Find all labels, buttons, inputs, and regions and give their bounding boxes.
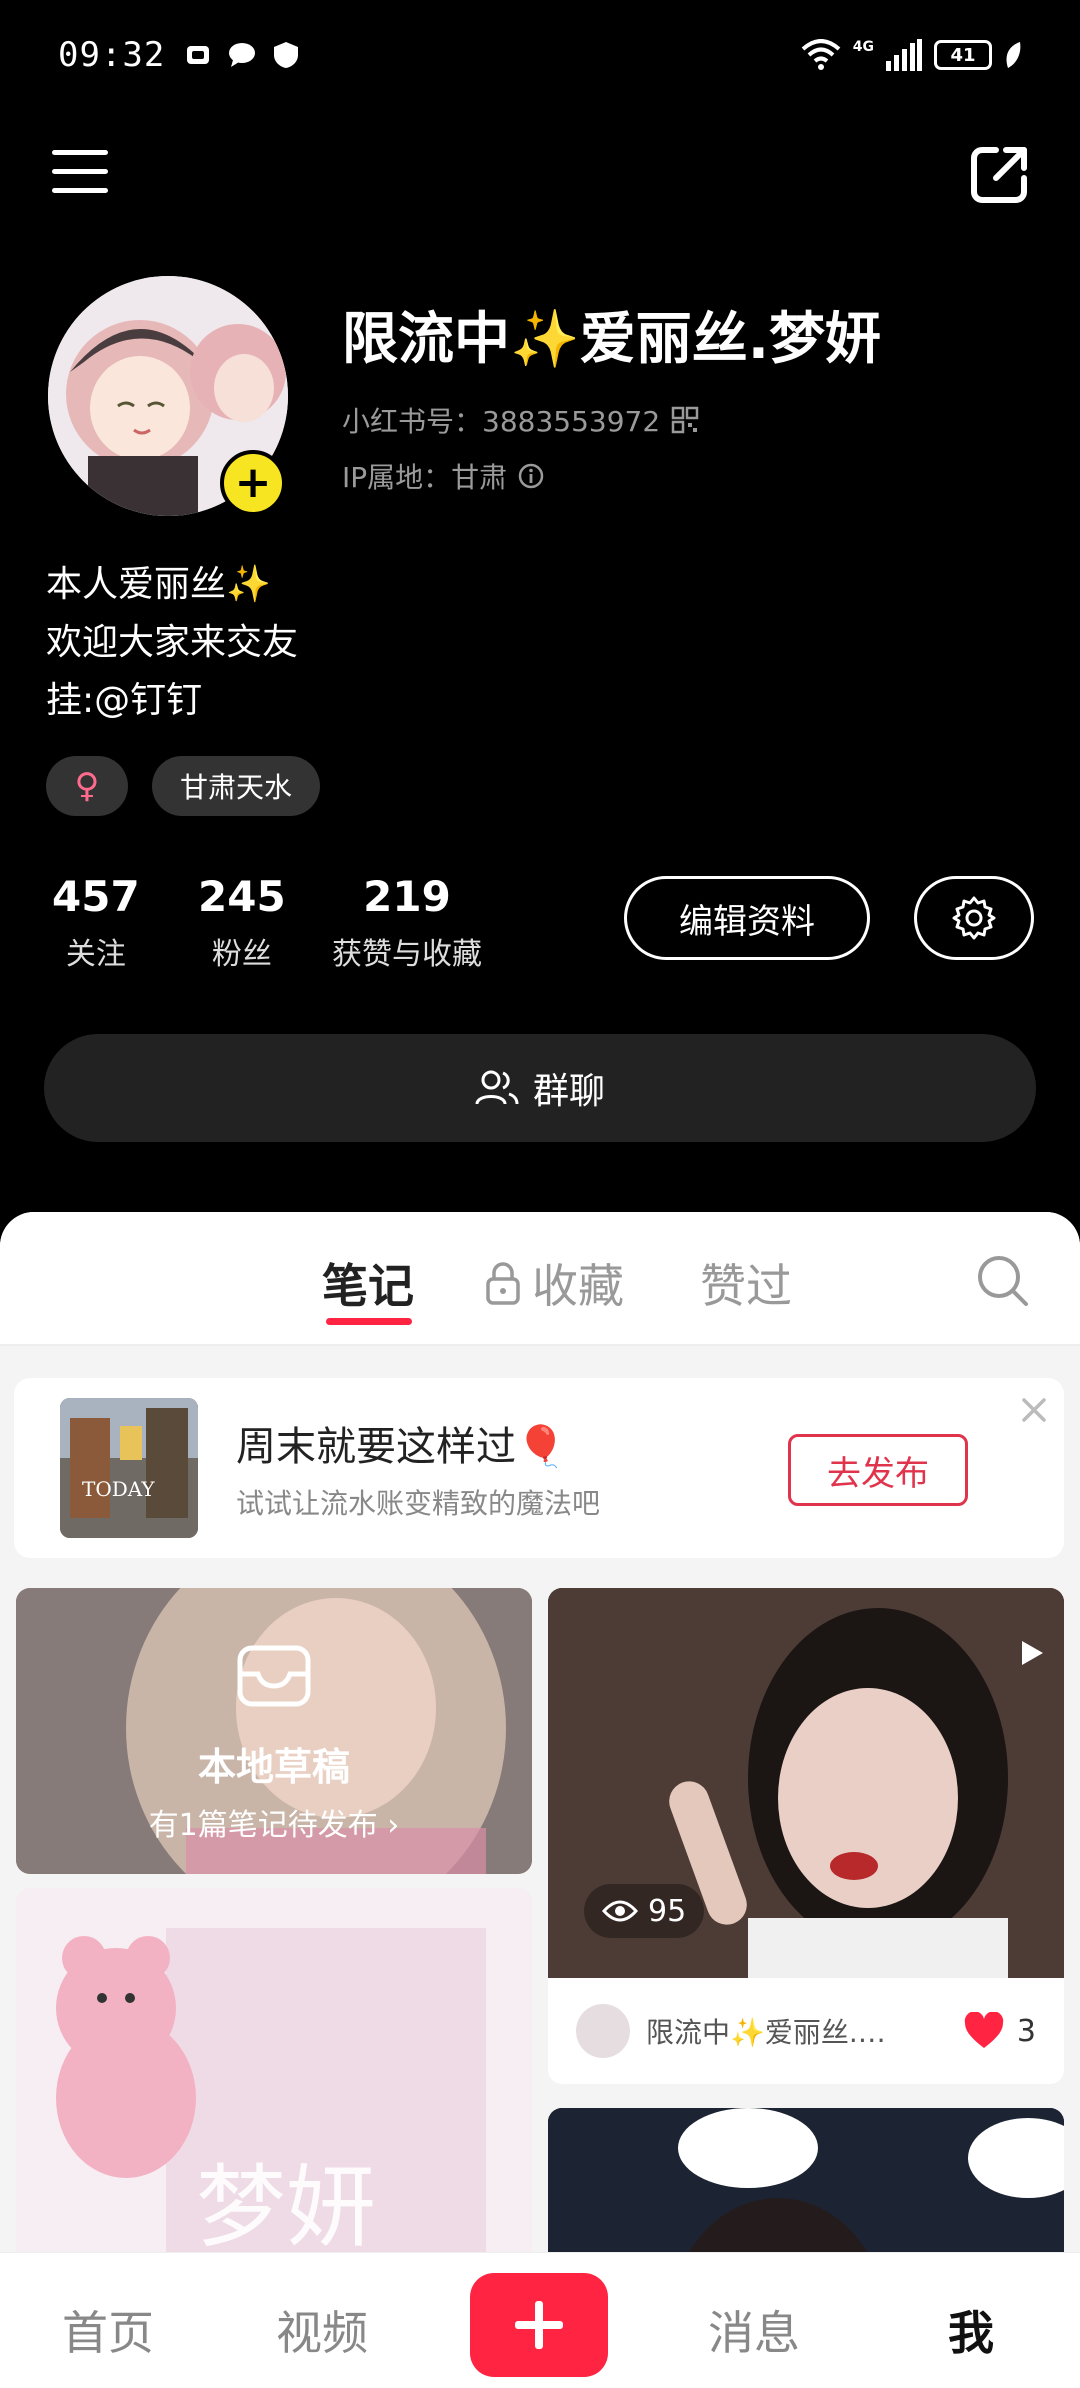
street-photo: TODAY xyxy=(60,1398,198,1538)
add-avatar-button[interactable]: + xyxy=(220,450,286,516)
battery-level: 41 xyxy=(950,44,976,66)
share-icon[interactable] xyxy=(968,142,1032,206)
search-icon[interactable] xyxy=(974,1252,1030,1308)
create-post-button[interactable] xyxy=(470,2273,608,2377)
publish-button[interactable]: 去发布 xyxy=(788,1434,968,1506)
stat-value: 457 xyxy=(52,872,140,921)
network-type: 4G xyxy=(852,39,874,55)
signal-icon xyxy=(886,39,922,71)
promo-thumb-text: TODAY xyxy=(82,1477,155,1501)
note-author[interactable]: 限流中✨爱丽丝.… xyxy=(646,2011,906,2051)
promo-subtitle: 试试让流水账变精致的魔法吧 xyxy=(236,1487,601,1520)
stat-followers[interactable]: 245 粉丝 xyxy=(198,872,286,973)
group-chat-label: 群聊 xyxy=(532,1071,605,1112)
views-badge: 95 xyxy=(584,1884,705,1938)
qr-code-icon[interactable] xyxy=(670,405,700,435)
status-time: 09:32 xyxy=(58,35,166,75)
tab-label: 收藏 xyxy=(532,1259,624,1313)
eye-icon xyxy=(602,1900,638,1922)
app-notification-icon xyxy=(187,46,210,64)
group-chat-button[interactable]: 群聊 xyxy=(44,1034,1036,1142)
promo-title: 周末就要这样过🎈 xyxy=(236,1424,566,1470)
note-cover-text: 梦妍 xyxy=(196,2155,376,2260)
bio: 本人爱丽丝✨ 欢迎大家来交友 挂:@钉钉 xyxy=(46,556,298,730)
note-meta: 限流中✨爱丽丝.… 3 xyxy=(548,1978,1064,2084)
female-icon: ♀ xyxy=(74,766,100,806)
ip-location-text: IP属地：甘肃 xyxy=(342,461,508,494)
lock-icon xyxy=(486,1262,520,1305)
promo-banner[interactable]: TODAY 周末就要这样过🎈 试试让流水账变精致的魔法吧 去发布 xyxy=(14,1378,1064,1558)
gear-icon xyxy=(952,896,996,940)
info-icon[interactable] xyxy=(517,462,545,490)
red-id-text: 小红书号：3883553972 xyxy=(342,405,661,438)
tab-liked[interactable]: 赞过 xyxy=(700,1250,792,1316)
profile-name: 限流中✨爱丽丝.梦妍 xyxy=(342,307,881,372)
close-icon[interactable] xyxy=(1016,1392,1052,1428)
bio-line: 挂:@钉钉 xyxy=(46,680,203,721)
group-users-icon xyxy=(475,1070,519,1105)
views-count: 95 xyxy=(648,1893,687,1929)
play-icon xyxy=(1022,1641,1043,1665)
bottom-nav: 首页 视频 消息 我 xyxy=(0,2252,1080,2388)
draft-subtitle: 有1篇笔记待发布 › xyxy=(148,1808,400,1843)
stat-value: 219 xyxy=(363,872,451,921)
nav-messages[interactable]: 消息 xyxy=(708,2297,800,2363)
tab-label: 赞过 xyxy=(700,1259,792,1313)
tab-label: 笔记 xyxy=(322,1259,414,1313)
status-notification-icons xyxy=(183,40,301,70)
shield-icon xyxy=(274,42,299,68)
tab-notes[interactable]: 笔记 xyxy=(322,1250,414,1316)
wifi-icon xyxy=(801,39,841,70)
heart-icon xyxy=(964,2012,1004,2048)
menu-icon[interactable] xyxy=(50,146,110,198)
stat-label: 粉丝 xyxy=(211,937,272,972)
stat-following[interactable]: 457 关注 xyxy=(52,872,140,973)
red-id: 小红书号：3883553972 xyxy=(342,400,700,440)
chat-bubble-icon xyxy=(229,43,256,67)
stat-likes-collects[interactable]: 219 获赞与收藏 xyxy=(332,872,482,973)
note-card[interactable]: 95 限流中✨爱丽丝.… 3 xyxy=(548,1588,1064,2084)
edit-profile-button[interactable]: 编辑资料 xyxy=(624,876,870,960)
gender-tag: ♀ xyxy=(46,756,128,816)
note-cover-image: 95 xyxy=(548,1588,1064,1978)
battery-icon: 41 xyxy=(934,40,992,70)
tab-collections[interactable]: 收藏 xyxy=(484,1250,624,1316)
stat-label: 获赞与收藏 xyxy=(332,937,482,972)
content-panel: 笔记 收藏 赞过 TODAY 周末就要这样过🎈 试试让流水账变精致的魔法吧 去发… xyxy=(0,1212,1080,2388)
ip-location: IP属地：甘肃 xyxy=(342,456,545,496)
status-bar: 09:32 4G 41 xyxy=(0,0,1080,110)
local-drafts-card[interactable]: 本地草稿 有1篇笔记待发布 › xyxy=(16,1588,532,1874)
draft-title: 本地草稿 xyxy=(197,1745,350,1789)
active-tab-indicator xyxy=(326,1318,412,1325)
charging-leaf-icon xyxy=(1006,42,1021,68)
settings-button[interactable] xyxy=(914,876,1034,960)
drafts-box-icon xyxy=(237,1645,311,1707)
author-avatar[interactable] xyxy=(576,2004,630,2058)
profile-tabs: 笔记 收藏 赞过 xyxy=(0,1212,1080,1346)
status-system-icons: 4G 41 xyxy=(801,39,1022,71)
bio-line: 本人爱丽丝✨ xyxy=(46,564,271,605)
promo-thumbnail: TODAY xyxy=(60,1398,198,1538)
likes-count: 3 xyxy=(1016,2013,1036,2049)
nav-home[interactable]: 首页 xyxy=(62,2297,154,2363)
like-button[interactable]: 3 xyxy=(963,2012,1036,2050)
bio-line: 欢迎大家来交友 xyxy=(46,622,299,663)
stat-label: 关注 xyxy=(65,937,126,972)
nav-me[interactable]: 我 xyxy=(948,2297,994,2363)
stat-value: 245 xyxy=(198,872,286,921)
plus-icon xyxy=(515,2301,563,2349)
location-tag[interactable]: 甘肃天水 xyxy=(152,756,320,816)
nav-video[interactable]: 视频 xyxy=(276,2297,368,2363)
